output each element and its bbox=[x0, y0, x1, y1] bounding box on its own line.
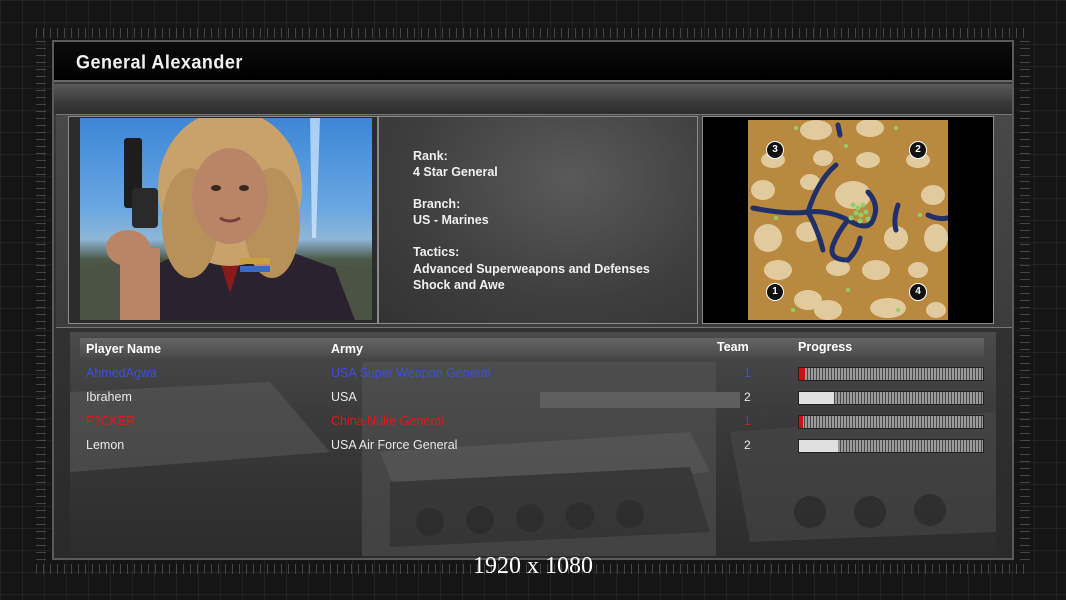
portrait-image bbox=[80, 118, 372, 320]
rank-label: Rank: bbox=[413, 149, 448, 163]
start-position-3[interactable]: 3 bbox=[766, 141, 784, 159]
col-player-name: Player Name bbox=[86, 342, 162, 356]
progress-bar-fill bbox=[799, 440, 838, 452]
page-title: General Alexander bbox=[76, 50, 243, 73]
progress-bar bbox=[798, 439, 984, 453]
progress-bar-fill bbox=[799, 368, 805, 380]
progress-bar bbox=[798, 367, 984, 381]
branch-value: US - Marines bbox=[413, 213, 489, 227]
rank-value: 4 Star General bbox=[413, 165, 498, 179]
ruler-right bbox=[1020, 40, 1030, 560]
progress-bar-fill bbox=[799, 416, 803, 428]
player-name: F?CKER bbox=[86, 414, 136, 428]
player-team[interactable]: 2 bbox=[744, 390, 751, 404]
progress-bar bbox=[798, 415, 984, 429]
player-army[interactable]: USA bbox=[331, 390, 357, 404]
player-name: Ibrahem bbox=[86, 390, 132, 404]
tactics-label: Tactics: bbox=[413, 245, 460, 259]
start-position-2[interactable]: 2 bbox=[909, 141, 927, 159]
tactics-value-2: Shock and Awe bbox=[413, 278, 505, 292]
col-progress: Progress bbox=[798, 340, 853, 354]
start-position-4[interactable]: 4 bbox=[909, 283, 927, 301]
resolution-caption: 1920 x 1080 bbox=[473, 553, 593, 579]
progress-bar-fill bbox=[799, 392, 834, 404]
ruler-top bbox=[36, 28, 1030, 38]
sub-bar bbox=[54, 84, 1012, 114]
ruler-left bbox=[36, 40, 46, 560]
progress-bar bbox=[798, 391, 984, 405]
player-team[interactable]: 1 bbox=[744, 414, 751, 428]
player-army[interactable]: China Nuke General bbox=[331, 414, 444, 428]
player-team[interactable]: 2 bbox=[744, 438, 751, 452]
player-name: Lemon bbox=[86, 438, 125, 452]
col-team: Team bbox=[717, 340, 749, 354]
general-portrait bbox=[80, 118, 372, 320]
player-army[interactable]: USA Air Force General bbox=[331, 438, 457, 452]
col-army: Army bbox=[331, 342, 363, 356]
player-name: AhmedAgwa bbox=[86, 366, 157, 380]
branch-label: Branch: bbox=[413, 197, 461, 211]
player-team[interactable]: 1 bbox=[744, 366, 751, 380]
player-army[interactable]: USA Super Weapon General bbox=[331, 366, 491, 380]
tactics-value-1: Advanced Superweapons and Defenses bbox=[413, 262, 650, 276]
start-position-1[interactable]: 1 bbox=[766, 283, 784, 301]
